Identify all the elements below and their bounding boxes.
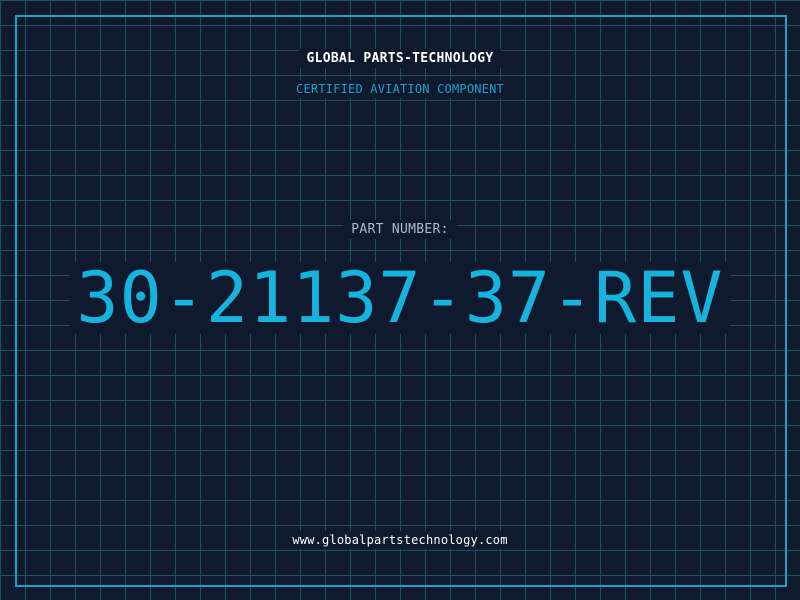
label-card: GLOBAL PARTS-TECHNOLOGY CERTIFIED AVIATI… bbox=[0, 0, 800, 600]
part-number-row: 30-21137-37-REV bbox=[0, 262, 800, 334]
company-name: GLOBAL PARTS-TECHNOLOGY bbox=[298, 49, 502, 68]
part-number-value: 30-21137-37-REV bbox=[70, 262, 730, 334]
certification-subtitle: CERTIFIED AVIATION COMPONENT bbox=[288, 80, 512, 98]
website-url-row: www.globalpartstechnology.com bbox=[0, 531, 800, 549]
part-number-label: PART NUMBER: bbox=[343, 220, 457, 239]
part-number-label-row: PART NUMBER: bbox=[0, 220, 800, 239]
company-name-row: GLOBAL PARTS-TECHNOLOGY bbox=[0, 49, 800, 68]
website-url: www.globalpartstechnology.com bbox=[284, 531, 516, 549]
certification-subtitle-row: CERTIFIED AVIATION COMPONENT bbox=[0, 80, 800, 98]
